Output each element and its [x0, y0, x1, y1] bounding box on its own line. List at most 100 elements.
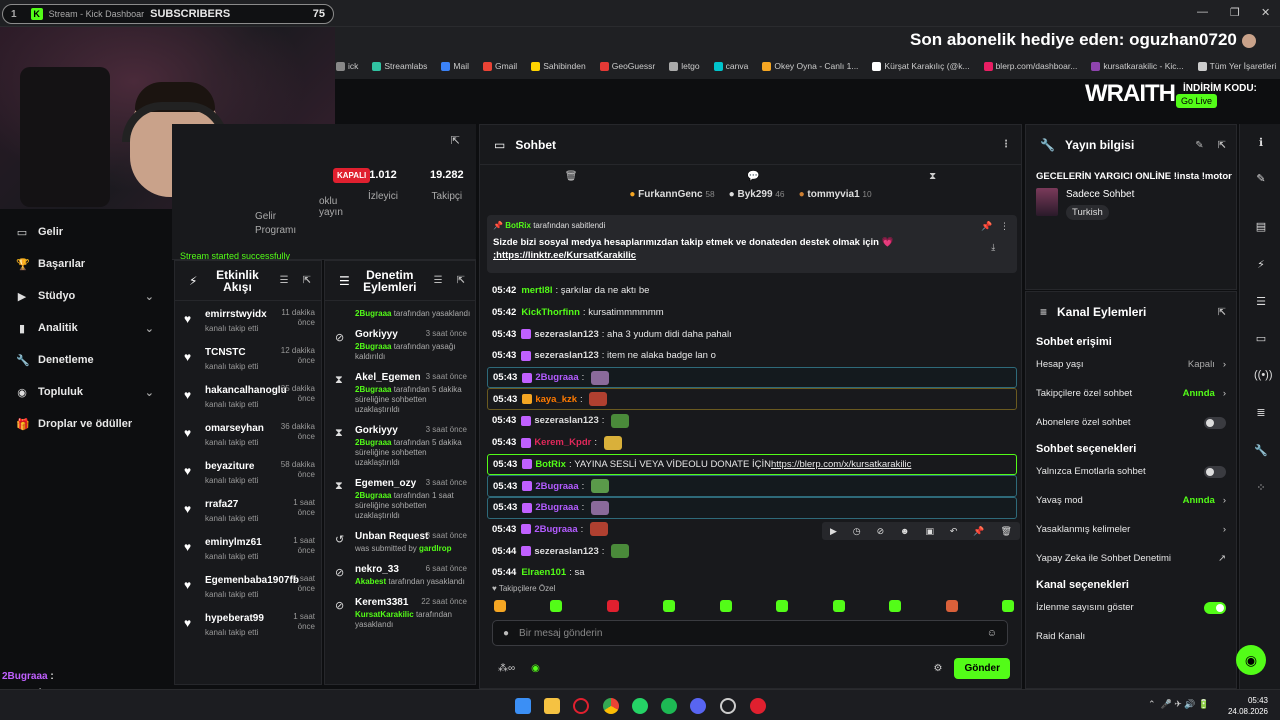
stack-icon[interactable]: ≣ [1254, 406, 1268, 420]
mod-action-actor[interactable]: KursatKarakilic [355, 610, 414, 619]
emote-icon[interactable] [550, 600, 563, 612]
followers-chat-row[interactable]: Takipçilere özel sohbet Anında › [1026, 379, 1236, 408]
filter-icon[interactable]: ☰ [434, 275, 443, 286]
bookmark-item[interactable]: Mail [441, 61, 469, 71]
whatsapp-icon[interactable] [632, 698, 648, 714]
chat-message[interactable]: 05:42 KickThorfinn: kursatimmmmmm [487, 302, 1017, 324]
message-username[interactable]: Elraen101 [521, 567, 566, 578]
more-icon[interactable]: ⋮ [1001, 139, 1011, 150]
message-username[interactable]: sezeraslan123 [534, 415, 598, 426]
spotify-icon[interactable] [661, 698, 677, 714]
mod-action-actor[interactable]: 2Bugraaa [355, 342, 391, 351]
bookmark-item[interactable]: blerp.com/dashboar... [983, 61, 1077, 71]
chat-message[interactable]: 05:43 Kerem_Kpdr: [487, 432, 1017, 454]
chrome-icon[interactable] [603, 698, 619, 714]
message-username[interactable]: mertl8l [521, 285, 552, 296]
sidebar-item-topluluk[interactable]: ◉ Topluluk ⌄ [0, 376, 172, 408]
mod-action-actor[interactable]: 2Bugraaa [355, 309, 391, 318]
pinned-link[interactable]: ;https://linktr.ee/KursatKarakilic [493, 250, 636, 261]
bookmark-item[interactable]: Gmail [482, 61, 517, 71]
account-age-row[interactable]: Hesap yaşı Kapalı › [1026, 350, 1236, 379]
emote-icon[interactable] [663, 600, 676, 612]
clock-icon[interactable]: ◷ [853, 526, 861, 537]
pin-icon[interactable]: 📌 [973, 526, 984, 537]
edit-icon[interactable]: ✎ [1195, 140, 1203, 151]
bookmark-item[interactable]: kursatkarakilic - Kic... [1091, 61, 1184, 71]
emote-icon[interactable] [889, 600, 902, 612]
popout-icon[interactable]: ⇱ [1218, 307, 1226, 318]
film-icon[interactable]: ▤ [1254, 220, 1268, 234]
radio-icon[interactable]: ((•)) [1254, 369, 1273, 383]
bookmark-item[interactable]: canva [713, 61, 748, 71]
bookmark-item[interactable]: Okey Oyna - Canlı 1... [762, 61, 858, 71]
gifter-item[interactable]: ● FurkannGenc 58 [629, 189, 714, 209]
sidebar-item-gelir[interactable]: ▭ Gelir [0, 216, 172, 248]
trash-icon[interactable]: 🗑 [565, 171, 578, 182]
sidebar-item-stüdyo[interactable]: ▶ Stüdyo ⌄ [0, 280, 172, 312]
mod-action-actor[interactable]: Akabest [355, 577, 386, 586]
play-icon[interactable]: ▶ [830, 526, 837, 537]
chat-message[interactable]: 05:44 sezeraslan123: [487, 540, 1017, 562]
bookmark-item[interactable]: Streamlabs [372, 61, 427, 71]
windows-start-icon[interactable] [515, 698, 531, 714]
undo-icon[interactable]: ↶ [950, 526, 958, 537]
message-username[interactable]: KickThorfinn [521, 307, 580, 318]
emote-icon[interactable] [776, 600, 789, 612]
send-button[interactable]: Gönder [954, 657, 1010, 679]
message-username[interactable]: 2Bugraaa [534, 524, 577, 535]
sidebar-item-başarılar[interactable]: 🏆 Başarılar [0, 248, 172, 280]
show-viewers-toggle[interactable] [1204, 601, 1226, 614]
emote-icon[interactable] [832, 600, 845, 612]
tray-icons[interactable]: ⌃ 🎤 ✈ 🔊 🔋 [1148, 699, 1209, 710]
list-icon[interactable]: ☰ [1254, 295, 1268, 309]
minimize-icon[interactable]: — [1197, 6, 1208, 18]
chat-message[interactable]: 05:43 sezeraslan123: item ne alaka badge … [487, 345, 1017, 367]
chat-message[interactable]: 05:42 mertl8l: şarkılar da ne aktı be [487, 280, 1017, 302]
mute-icon[interactable]: ⊘ [877, 526, 885, 537]
sidebar-item-analitik[interactable]: ▮ Analitik ⌄ [0, 312, 172, 344]
mod-action-actor[interactable]: 2Bugraaa [355, 491, 391, 500]
popout-icon[interactable]: ⇱ [457, 275, 465, 286]
chat-message[interactable]: 05:43 kaya_kzk: [487, 388, 1017, 411]
bolt-icon[interactable]: ⚡ [1254, 258, 1268, 272]
chat-message[interactable]: 05:43 2Bugraaa: [487, 366, 1017, 389]
chat-message[interactable]: 05:43 2Bugraaa: [487, 475, 1017, 497]
message-username[interactable]: 2Bugraaa [535, 502, 578, 513]
delete-icon[interactable]: 🗑 [1001, 526, 1012, 537]
kick-icon[interactable]: ◉ [531, 663, 540, 674]
streamlabs-icon[interactable] [750, 698, 766, 714]
info-icon[interactable]: ℹ [1254, 136, 1268, 150]
popout-icon[interactable]: ⇱ [303, 275, 311, 286]
maximize-icon[interactable]: ❐ [1230, 6, 1240, 19]
chat-message[interactable]: 05:44 Elraen101: sa [487, 562, 1017, 584]
ai-moderation-row[interactable]: Yapay Zeka ile Sohbet Denetimi ↗ [1026, 544, 1236, 573]
wrench-icon[interactable]: 🔧 [1254, 444, 1268, 458]
help-button[interactable]: ◉ [1236, 645, 1266, 675]
emote-icon[interactable] [1001, 600, 1014, 612]
obs-icon[interactable] [720, 698, 736, 714]
speech-icon[interactable]: 💬 [747, 171, 759, 182]
sidebar-item-droplar-ve-ödüller[interactable]: 🎁 Droplar ve ödüller [0, 408, 172, 440]
apps-icon[interactable]: ⁘ [1254, 481, 1268, 495]
emote-icon[interactable] [719, 600, 732, 612]
chat-icon[interactable]: ▭ [1254, 332, 1268, 346]
chat-message[interactable]: 05:43 sezeraslan123: [487, 410, 1017, 432]
message-username[interactable]: 2Bugraaa [535, 481, 578, 492]
chat-message[interactable]: 05:43 sezeraslan123: aha 3 yudum didi dah… [487, 323, 1017, 345]
filter-icon[interactable]: ☰ [280, 275, 289, 286]
hourglass-icon[interactable]: ⧗ [929, 171, 936, 182]
emoji-icon[interactable]: ☺ [987, 628, 997, 639]
message-username[interactable]: sezeraslan123 [534, 546, 598, 557]
category[interactable]: Sadece Sohbet [1066, 189, 1134, 200]
banned-words-row[interactable]: Yasaklanmış kelimeler › [1026, 515, 1236, 544]
points-icon[interactable]: ⁂∞ [498, 663, 515, 674]
chat-input[interactable]: ● Bir mesaj gönderin ☺ [492, 620, 1008, 646]
settings-icon[interactable]: ⚙ [933, 663, 942, 674]
smile-icon[interactable]: ☻ [900, 526, 909, 536]
gifter-item[interactable]: ● tommyvia1 10 [799, 189, 872, 209]
message-username[interactable]: BotRix [535, 459, 566, 470]
popout-icon[interactable]: ⇱ [451, 134, 460, 147]
copy-icon[interactable]: ▣ [925, 526, 934, 537]
mod-action-actor[interactable]: 2Bugraaa [355, 438, 391, 447]
opera-icon[interactable] [573, 698, 589, 714]
